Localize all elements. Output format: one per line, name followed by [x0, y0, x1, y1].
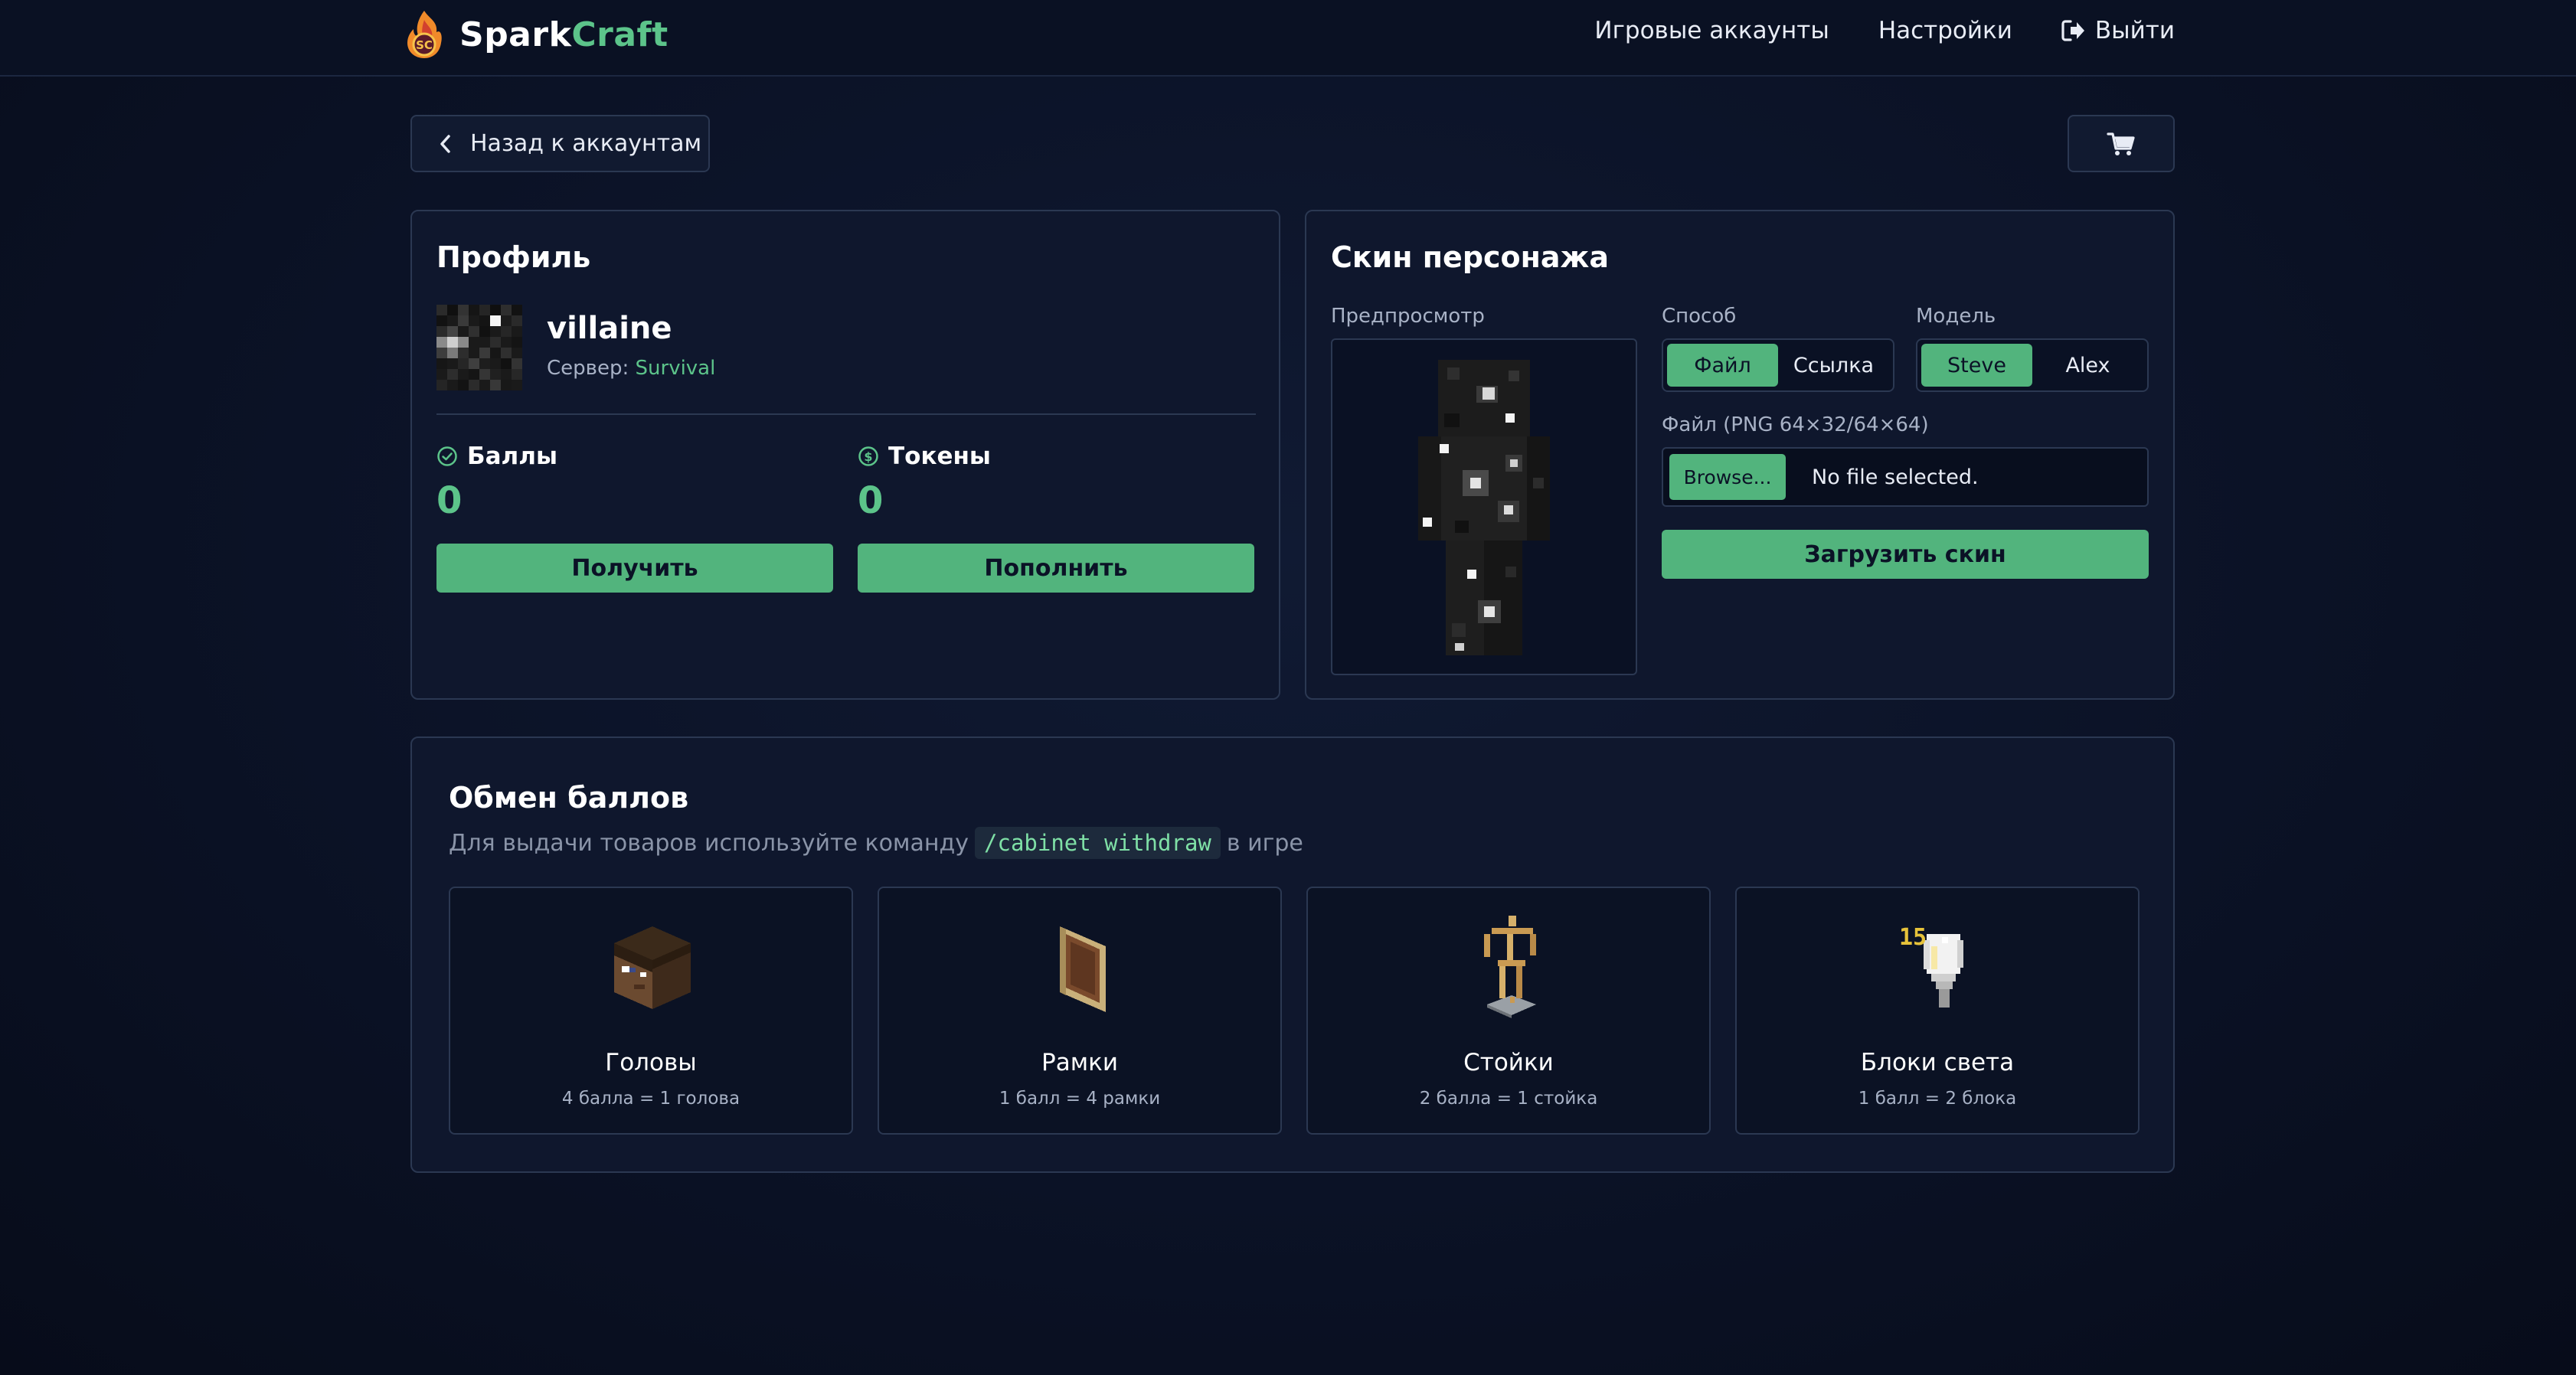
- nav-settings[interactable]: Настройки: [1878, 17, 2012, 44]
- item-name: Головы: [605, 1049, 697, 1076]
- light-block-icon: 15: [1899, 924, 1963, 1008]
- points-label: Баллы: [467, 443, 557, 470]
- model-option-alex[interactable]: Alex: [2032, 344, 2143, 387]
- file-status: No file selected.: [1812, 465, 1979, 489]
- points-exchange-card: Обмен баллов Для выдачи товаров использу…: [410, 736, 2175, 1173]
- check-circle-icon: [437, 446, 457, 466]
- profile-title: Профиль: [436, 240, 591, 274]
- method-label: Способ: [1662, 305, 1737, 328]
- profile-divider: [436, 413, 1256, 415]
- nav-game-accounts[interactable]: Игровые аккаунты: [1594, 17, 1829, 44]
- tokens-heading: $ Токены: [858, 443, 991, 470]
- exchange-item-frames[interactable]: Рамки 1 балл = 4 рамки: [878, 887, 1282, 1135]
- item-name: Рамки: [1041, 1049, 1118, 1076]
- skin-file-input[interactable]: Browse... No file selected.: [1662, 447, 2149, 507]
- logo-text-spark: Spark: [459, 15, 572, 54]
- skin-preview: [1331, 338, 1637, 675]
- top-header: SC SparkCraft Игровые аккаунты Настройки…: [0, 0, 2576, 77]
- profile-card: Профиль villaine Сервер: Survival Баллы …: [410, 210, 1280, 700]
- item-price: 1 балл = 4 рамки: [999, 1089, 1161, 1109]
- exchange-item-light-blocks[interactable]: 15 Блоки света 1 балл = 2 блока: [1735, 887, 2140, 1135]
- back-label: Назад к аккаунтам: [470, 130, 702, 157]
- item-frame-icon: [1060, 926, 1106, 1012]
- item-price: 4 балла = 1 голова: [561, 1089, 740, 1109]
- topup-tokens-button[interactable]: Пополнить: [858, 544, 1254, 593]
- exchange-subtitle-before: Для выдачи товаров используйте команду: [449, 829, 969, 857]
- profile-server: Сервер: Survival: [547, 357, 715, 380]
- light-level-badge: 15: [1899, 924, 1927, 951]
- method-option-link[interactable]: Ссылка: [1778, 344, 1889, 387]
- cart-button[interactable]: [2068, 115, 2175, 172]
- upload-skin-button[interactable]: Загрузить скин: [1662, 530, 2149, 579]
- server-value: Survival: [635, 357, 716, 380]
- skin-title: Скин персонажа: [1331, 240, 1610, 274]
- withdraw-command: /cabinet withdraw: [975, 827, 1221, 859]
- model-toggle: Steve Alex: [1916, 338, 2149, 392]
- player-head-icon: [614, 926, 691, 1009]
- cart-icon: [2107, 132, 2135, 155]
- server-label: Сервер:: [547, 357, 629, 380]
- tokens-label: Токены: [888, 443, 991, 470]
- profile-name: villaine: [547, 311, 672, 346]
- dollar-circle-icon: $: [858, 446, 878, 466]
- skin-preview-figure: [1418, 360, 1550, 655]
- points-heading: Баллы: [436, 443, 557, 470]
- back-to-accounts-button[interactable]: Назад к аккаунтам: [410, 115, 710, 172]
- logout-icon: [2061, 20, 2084, 41]
- method-option-file[interactable]: Файл: [1667, 344, 1778, 387]
- sparkcraft-logo-icon: SC: [407, 11, 442, 58]
- skin-card: Скин персонажа Предпросмотр Способ Файл …: [1305, 210, 2175, 700]
- model-option-steve[interactable]: Steve: [1921, 344, 2032, 387]
- item-name: Блоки света: [1860, 1049, 2015, 1076]
- exchange-subtitle: Для выдачи товаров используйте команду /…: [449, 827, 1303, 859]
- exchange-item-heads[interactable]: Головы 4 балла = 1 голова: [449, 887, 853, 1135]
- logout-label: Выйти: [2094, 17, 2175, 44]
- logo-text-craft: Craft: [571, 15, 669, 54]
- points-value: 0: [436, 479, 463, 522]
- preview-label: Предпросмотр: [1331, 305, 1485, 328]
- exchange-subtitle-after: в игре: [1226, 829, 1303, 857]
- logo-text: SparkCraft: [459, 15, 669, 54]
- model-label: Модель: [1916, 305, 1996, 328]
- armor-stand-icon: [1484, 916, 1536, 1018]
- nav-logout[interactable]: Выйти: [2061, 17, 2175, 44]
- exchange-item-stands[interactable]: Стойки 2 балла = 1 стойка: [1306, 887, 1711, 1135]
- logo[interactable]: SC SparkCraft: [403, 9, 669, 60]
- item-price: 1 балл = 2 блока: [1858, 1089, 2017, 1109]
- main-nav: Игровые аккаунты Настройки Выйти: [1545, 17, 2175, 44]
- browse-button[interactable]: Browse...: [1669, 454, 1786, 500]
- chevron-left-icon: [440, 134, 450, 153]
- svg-text:$: $: [864, 449, 872, 464]
- method-toggle: Файл Ссылка: [1662, 338, 1894, 392]
- file-label: Файл (PNG 64×32/64×64): [1662, 413, 1929, 436]
- get-points-button[interactable]: Получить: [436, 544, 833, 593]
- avatar: [436, 305, 522, 390]
- svg-text:SC: SC: [416, 38, 433, 52]
- exchange-title: Обмен баллов: [449, 781, 689, 815]
- tokens-value: 0: [858, 479, 884, 522]
- item-name: Стойки: [1463, 1049, 1554, 1076]
- item-price: 2 балла = 1 стойка: [1419, 1089, 1598, 1109]
